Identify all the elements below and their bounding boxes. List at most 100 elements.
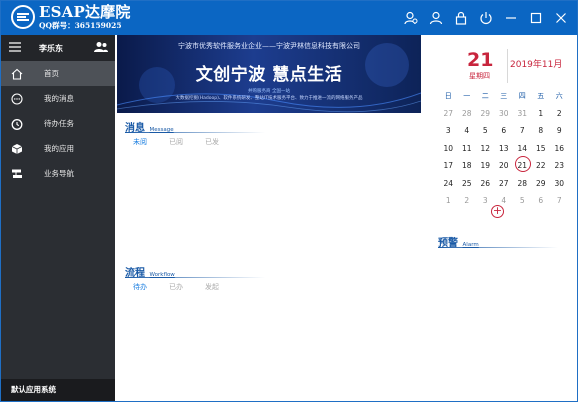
sidebar: 李乐东 首页 我的消息 待办任务 我的应用 业务导航 默认应用系统 [1,35,115,401]
weekday-header: 四 [518,91,526,100]
calendar-day-cell[interactable]: 6 [532,196,551,205]
calendar-day-cell[interactable]: 29 [532,179,551,188]
calendar-day-cell[interactable]: 5 [476,126,495,135]
calendar-week-row: 27 28 29 30 31 1 2 [439,105,569,123]
calendar-day-cell[interactable]: 9 [550,126,569,135]
calendar-day-cell[interactable]: 15 [532,144,551,153]
calendar-day-cell[interactable]: 8 [532,126,551,135]
calendar-week-row: 24 25 26 27 28 29 30 [439,175,569,193]
banner-title: 文创宁波 慧点生活 [195,65,343,85]
sidebar-item-navigation[interactable]: 业务导航 [1,161,115,186]
calendar-day-cell[interactable]: 17 [439,161,458,170]
calendar-week-row: 3456789 [439,122,569,140]
calendar-day-cell[interactable]: 18 [458,161,477,170]
sidebar-item-label: 首页 [44,69,59,78]
titlebar-actions [403,10,569,26]
tab-todo[interactable]: 待办 [133,282,169,292]
calendar-day-cell[interactable]: 3 [476,196,495,205]
calendar-week-header: 日 一 二 三 四 五 六 [439,87,569,105]
calendar-divider [507,49,508,83]
default-app-system[interactable]: 默认应用系统 [1,379,115,401]
power-icon[interactable] [478,10,494,26]
calendar-day-cell[interactable]: 16 [550,144,569,153]
brand: ESAP达摩院 QQ群号：365159025 [39,4,131,31]
calendar-day-cell[interactable]: 1 [439,196,458,205]
calendar-day-cell[interactable]: 23 [550,161,569,170]
sidebar-item-apps[interactable]: 我的应用 [1,136,115,161]
sidebar-item-tasks[interactable]: 待办任务 [1,111,115,136]
weekday-header: 日 [444,91,452,100]
calendar-day-cell[interactable]: 7 [550,196,569,205]
message-divider [125,132,265,133]
calendar-day-cell[interactable]: 7 [513,126,532,135]
sidebar-item-label: 业务导航 [44,169,74,178]
calendar-day-cell[interactable]: 28 [458,109,477,118]
calendar-day-cell[interactable]: 5 [513,196,532,205]
sidebar-item-home[interactable]: 首页 [1,61,115,86]
weekday-header: 六 [555,91,563,100]
promo-banner[interactable]: 宁波市优秀软件服务业企业——宁波尹林信息科技有限公司 文创宁波 慧点生活 并购服… [117,35,421,113]
calendar-day-cell[interactable]: 20 [495,161,514,170]
tab-initiate[interactable]: 发起 [205,282,241,292]
calendar-day-cell[interactable]: 2 [458,196,477,205]
calendar-day-cell[interactable]: 30 [495,109,514,118]
calendar-day-cell[interactable]: 19 [476,161,495,170]
sidebar-item-label: 待办任务 [44,119,74,128]
workflow-tabs: 待办 已办 发起 [133,282,241,292]
calendar-day-cell[interactable]: 6 [495,126,514,135]
workflow-divider [125,277,265,278]
calendar-day-cell[interactable]: 4 [458,126,477,135]
menu-toggle-icon[interactable] [9,42,21,54]
close-icon[interactable] [553,10,569,26]
minimize-icon[interactable] [503,10,519,26]
calendar-week-row: 10 11 12 13 14 15 16 [439,140,569,158]
calendar-day-cell[interactable]: 10 [439,144,458,153]
calendar-day-cell[interactable]: 30 [550,179,569,188]
calendar-day-cell[interactable]: 25 [458,179,477,188]
current-user-name: 李乐东 [39,44,63,53]
calendar-day-cell[interactable]: 12 [476,144,495,153]
user-settings-icon[interactable] [403,10,419,26]
sidebar-header: 李乐东 [1,35,115,61]
calendar-day-cell[interactable]: 29 [476,109,495,118]
message-section: 消息 Message 未阅 已阅 已发 [125,119,265,146]
calendar-days: 27 28 29 30 31 1 2 3 4 5 6 7 8 9 10 11 12 13 14 15 16 17 18 19 2… [439,105,569,210]
weekday-header: 一 [463,91,471,100]
calendar-day-today[interactable]: 21 [513,156,532,173]
calendar-day-cell[interactable]: 28 [513,179,532,188]
calendar-day-cell[interactable]: 31 [513,109,532,118]
sidebar-item-label: 我的应用 [44,144,74,153]
calendar-day-cell[interactable]: 11 [458,144,477,153]
calendar-week-row: 17 18 19 20 21 22 23 [439,156,569,175]
user-icon[interactable] [428,10,444,26]
tab-done[interactable]: 已办 [169,282,205,292]
tab-read[interactable]: 已阅 [169,137,205,147]
tab-unread[interactable]: 未阅 [133,137,169,147]
tab-sent[interactable]: 已发 [205,137,241,147]
calendar-day-cell[interactable]: 27 [495,179,514,188]
workflow-section: 流程 Workflow 待办 已办 发起 [125,264,265,291]
calendar-day-cell[interactable]: 1 [532,109,551,118]
calendar-day-cell[interactable]: 13 [495,144,514,153]
lock-icon[interactable] [453,10,469,26]
calendar-day-cell[interactable]: 22 [532,161,551,170]
navigation-icon [10,167,24,181]
alarm-divider [438,247,558,248]
cube-icon [10,142,24,156]
calendar-day-cell[interactable]: 14 [513,144,532,153]
calendar-day-cell[interactable]: 24 [439,179,458,188]
calendar-day-cell[interactable]: 27 [439,109,458,118]
user-group-icon[interactable] [94,41,108,55]
calendar-week-row: 1234567 [439,192,569,210]
maximize-icon[interactable] [528,10,544,26]
weekday-header: 二 [481,91,489,100]
calendar-day-cell[interactable]: 3 [439,126,458,135]
weekday-header: 三 [500,91,508,100]
home-icon [10,67,24,81]
calendar-month[interactable]: 2019年11月 [510,57,562,70]
sidebar-item-messages[interactable]: 我的消息 [1,86,115,111]
title-bar: ESAP达摩院 QQ群号：365159025 [1,1,577,35]
add-event-button[interactable]: + [491,205,504,218]
calendar-day-cell[interactable]: 2 [550,109,569,118]
calendar-day-cell[interactable]: 26 [476,179,495,188]
